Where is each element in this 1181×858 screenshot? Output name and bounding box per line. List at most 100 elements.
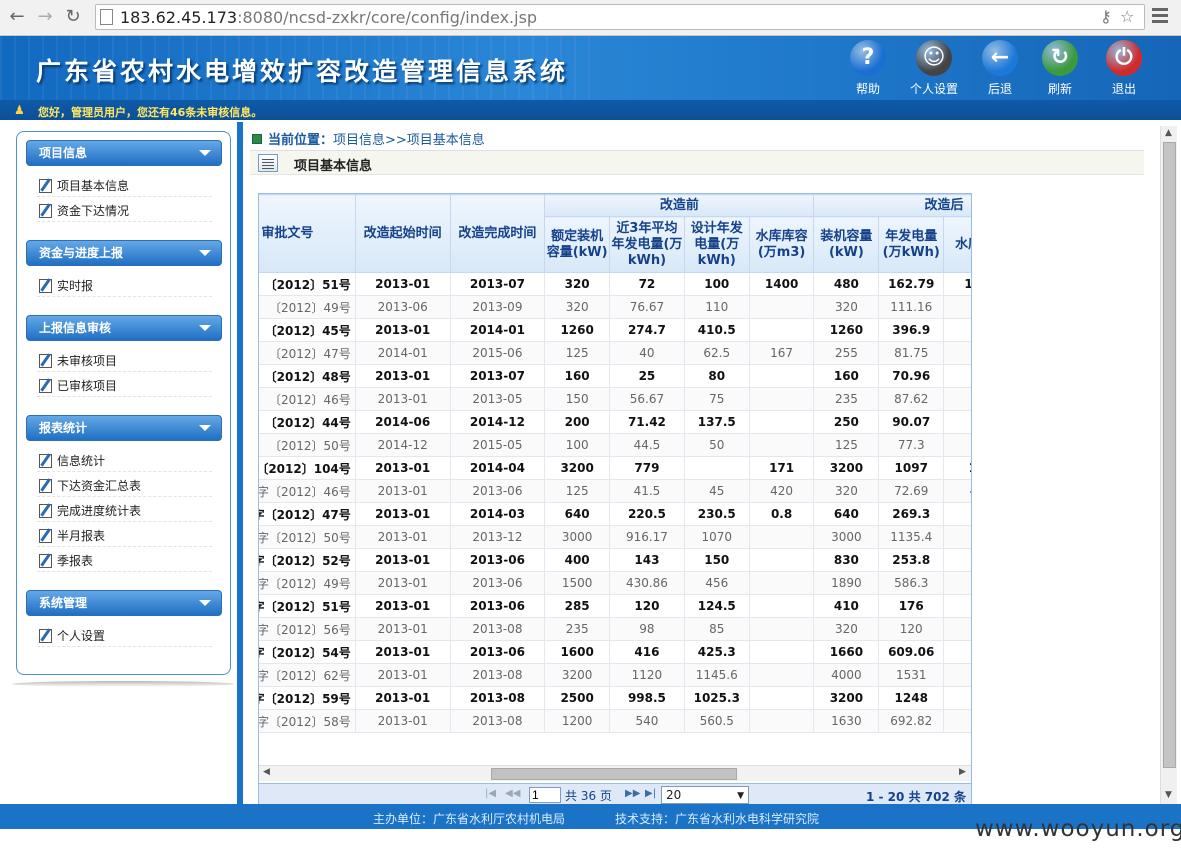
header-button-4[interactable]: ⏻ 退出	[1094, 40, 1154, 97]
table-cell: 76.67	[609, 295, 685, 319]
col-header-new-output[interactable]: 年发电量(万kWh)	[878, 216, 945, 273]
table-row[interactable]: 〔2012〕46号 2013-01 2013-05 150 56.67 75 235 87.6…	[259, 387, 971, 411]
address-bar[interactable]: 183.62.45.173:8080/ncsd-zxkr/core/config…	[95, 4, 1145, 30]
sidebar-item[interactable]: 完成进度统计表	[37, 500, 212, 522]
watermark: www.wooyun.org	[975, 816, 1181, 842]
page-vertical-scrollbar[interactable]: ▲ ▼	[1160, 126, 1177, 804]
splitter[interactable]	[237, 122, 243, 804]
header-button-2[interactable]: ← 后退	[970, 40, 1030, 97]
table-cell	[943, 410, 971, 434]
power-icon: ⏻	[1106, 40, 1142, 76]
table-row[interactable]: 字〔2012〕50号 2013-01 2013-12 3000 916.17 1070 30…	[259, 525, 971, 549]
table-row[interactable]: 字〔2012〕49号 2013-01 2013-06 1500 430.86 456 189…	[259, 571, 971, 595]
table-row[interactable]: 字〔2012〕54号 2013-01 2013-06 1600 416 425.3 1660…	[259, 640, 971, 664]
table-cell: 2013-01	[354, 318, 451, 342]
edit-icon	[39, 629, 52, 643]
sidebar-item[interactable]: 信息统计	[37, 450, 212, 472]
table-cell: 2013-07	[449, 364, 546, 388]
browser-menu-icon[interactable]	[1152, 8, 1168, 26]
sidebar-item[interactable]: 季报表	[37, 550, 212, 572]
sidebar-item[interactable]: 半月报表	[37, 525, 212, 547]
col-header-new-reservoir[interactable]: 水库库容	[943, 216, 971, 273]
header-button-3[interactable]: ↻ 刷新	[1030, 40, 1090, 97]
sidebar-section-header[interactable]: 上报信息审核	[26, 315, 222, 341]
sidebar-section-header[interactable]: 报表统计	[26, 415, 222, 441]
back-icon[interactable]: ←	[6, 6, 28, 28]
page-scroll-thumb[interactable]	[1163, 142, 1176, 768]
table-row[interactable]: 〔2012〕50号 2014-12 2015-05 100 44.5 50 125 77.3	[259, 433, 971, 457]
table-row[interactable]: 字〔2012〕59号 2013-01 2013-08 2500 998.5 1025.3 3…	[259, 686, 971, 710]
table-row[interactable]: 字〔2012〕46号 2013-01 2013-06 125 41.5 45 420 320 7…	[259, 479, 971, 503]
sidebar-item[interactable]: 未审核项目	[37, 350, 212, 372]
table-row[interactable]: 字〔2012〕47号 2013-01 2014-03 640 220.5 230.5 0.8…	[259, 502, 971, 526]
scroll-down-icon[interactable]: ▼	[1165, 790, 1172, 800]
col-header-reservoir[interactable]: 水库库容(万m3)	[748, 216, 815, 273]
table-row[interactable]: 字〔2012〕56号 2013-01 2013-08 235 98 85 320 120	[259, 617, 971, 641]
edit-icon	[39, 454, 52, 468]
first-page-icon[interactable]: |◀	[485, 788, 496, 799]
table-cell: 2014-04	[449, 456, 546, 480]
sidebar-item[interactable]: 实时报	[37, 275, 212, 297]
sidebar-item[interactable]: 个人设置	[37, 625, 212, 647]
col-header-design-output[interactable]: 设计年发电量(万kWh)	[683, 216, 750, 273]
scroll-left-icon[interactable]: ◀	[263, 767, 270, 777]
scroll-up-icon[interactable]: ▲	[1165, 128, 1172, 138]
table-cell: 40	[609, 341, 685, 365]
key-icon[interactable]: ⚷	[1100, 7, 1112, 26]
edit-icon	[39, 354, 52, 368]
table-cell: 480	[813, 272, 880, 296]
forward-icon[interactable]: →	[34, 6, 56, 28]
col-header-end[interactable]: 改造完成时间	[449, 194, 546, 273]
table-row[interactable]: 〔2012〕51号 2013-01 2013-07 320 72 100 1400 480 16…	[259, 272, 971, 296]
bookmark-star-icon[interactable]: ☆	[1120, 7, 1134, 26]
header-button-label: 个人设置	[909, 82, 958, 96]
table-cell: 2013-01	[354, 640, 451, 664]
table-cell: 1630	[813, 709, 880, 733]
col-header-start[interactable]: 改造起始时间	[354, 194, 451, 273]
scroll-right-icon[interactable]: ▶	[959, 767, 966, 777]
header-button-0[interactable]: ? 帮助	[838, 40, 898, 97]
table-row[interactable]: 〔2012〕45号 2013-01 2014-01 1260 274.7 410.5 126…	[259, 318, 971, 342]
table-cell: 98	[609, 617, 685, 641]
scroll-thumb[interactable]	[491, 768, 737, 780]
table-cell: 3200	[813, 686, 880, 710]
table-row[interactable]: 字〔2012〕58号 2013-01 2013-08 1200 540 560.5 1630…	[259, 709, 971, 733]
sidebar-section-header[interactable]: 资金与进度上报	[26, 240, 222, 266]
table-row[interactable]: 〔2012〕49号 2013-06 2013-09 320 76.67 110 320 111…	[259, 295, 971, 319]
sidebar-item[interactable]: 下达资金汇总表	[37, 475, 212, 497]
table-row[interactable]: 字〔2012〕62号 2013-01 2013-08 3200 1120 1145.6 40…	[259, 663, 971, 687]
reload-icon[interactable]: ↻	[62, 6, 84, 28]
page-number-input[interactable]	[529, 787, 561, 803]
table-cell: 1120	[609, 663, 685, 687]
col-header-avg-output[interactable]: 近3年平均年发电量(万kWh)	[609, 216, 685, 273]
next-page-icon[interactable]: ▶▶	[625, 788, 640, 799]
table-cell: 162.79	[878, 272, 945, 296]
table-row[interactable]: 〔2012〕47号 2014-01 2015-06 125 40 62.5 167 255 81…	[259, 341, 971, 365]
col-header-new-capacity[interactable]: 装机容量(kW)	[813, 216, 880, 273]
page-header: 项目基本信息	[250, 150, 1144, 175]
sidebar-section-header[interactable]: 系统管理	[26, 590, 222, 616]
prev-page-icon[interactable]: ◀◀	[505, 788, 520, 799]
sidebar-item[interactable]: 已审核项目	[37, 375, 212, 397]
edit-icon	[39, 504, 52, 518]
header-button-1[interactable]: ☺ 个人设置	[904, 40, 964, 97]
last-page-icon[interactable]: ▶|	[645, 788, 656, 799]
table-cell: 160	[813, 364, 880, 388]
table-cell: 916.17	[609, 525, 685, 549]
table-cell	[943, 571, 971, 595]
page-size-select[interactable]: 20	[661, 786, 749, 804]
table-row[interactable]: 字〔2012〕52号 2013-01 2013-06 400 143 150 830 253.…	[259, 548, 971, 572]
col-header-rated-capacity[interactable]: 额定装机容量(kW)	[544, 216, 611, 273]
table-row[interactable]: 〔2012〕48号 2013-01 2013-07 160 25 80 160 70.96	[259, 364, 971, 388]
sidebar-item[interactable]: 资金下达情况	[37, 200, 212, 222]
horizontal-scrollbar[interactable]: ◀ ▶	[259, 765, 971, 781]
table-cell: 字〔2012〕54号	[259, 640, 356, 664]
pager: |◀ ◀◀ 共 36 页 ▶▶ ▶| 20 1 - 20 共 702 条	[259, 783, 971, 804]
table-cell	[748, 663, 815, 687]
table-row[interactable]: 字〔2012〕51号 2013-01 2013-06 285 120 124.5 410 17…	[259, 594, 971, 618]
table-row[interactable]: 〔2012〕104号 2013-01 2014-04 3200 779 171 3200 10…	[259, 456, 971, 480]
col-header-doc-no[interactable]: 审批文号	[259, 194, 356, 273]
sidebar-section-header[interactable]: 项目信息	[26, 140, 222, 166]
sidebar-item[interactable]: 项目基本信息	[37, 175, 212, 197]
table-row[interactable]: 〔2012〕44号 2014-06 2014-12 200 71.42 137.5 250 9…	[259, 410, 971, 434]
